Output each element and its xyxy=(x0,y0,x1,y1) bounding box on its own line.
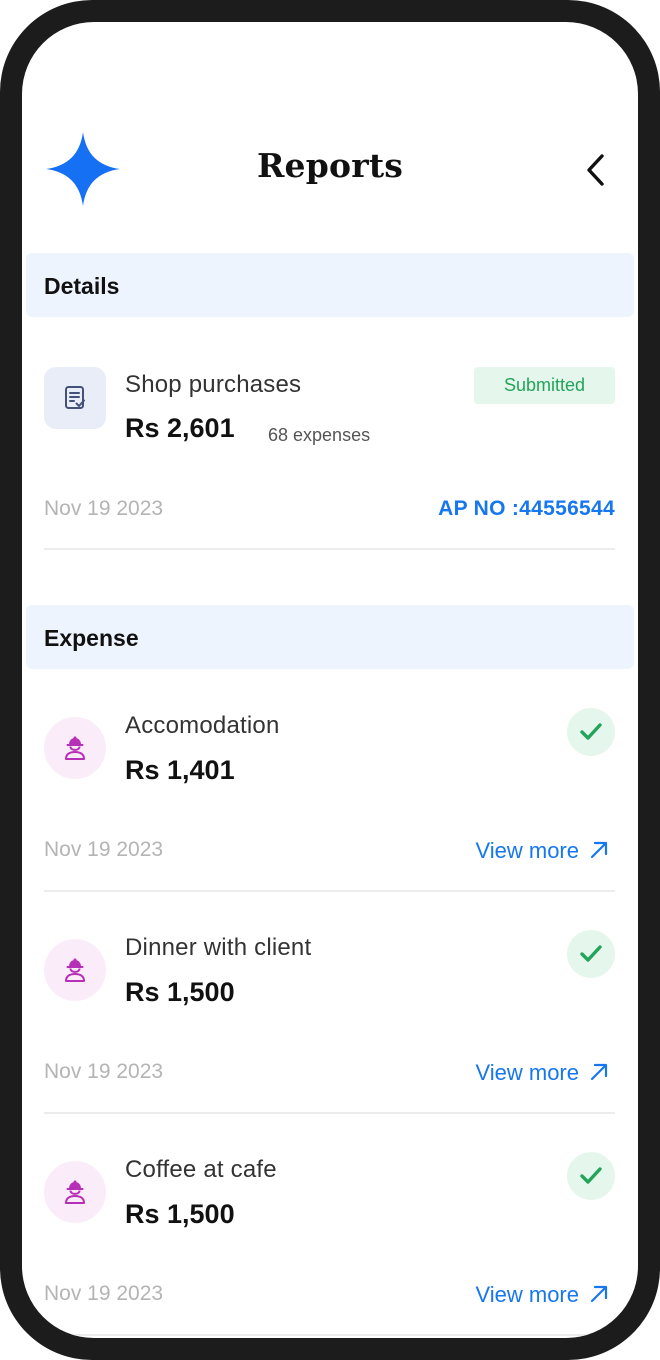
expense-amount: Rs 1,401 xyxy=(125,755,235,785)
divider xyxy=(44,890,615,892)
chevron-left-icon xyxy=(587,154,604,186)
clipboard-check-icon xyxy=(65,386,85,409)
view-more-label: View more xyxy=(475,1282,579,1307)
divider xyxy=(44,548,615,550)
expense-icon-tile xyxy=(44,1161,106,1223)
expense-item[interactable]: Coffee at cafe Rs 1,500 Nov 19 2023 View… xyxy=(44,1136,615,1336)
report-title: Shop purchases xyxy=(125,371,302,398)
expense-title: Coffee at cafe xyxy=(125,1156,277,1183)
expense-amount: Rs 1,500 xyxy=(125,1199,235,1229)
divider xyxy=(44,1334,615,1336)
expense-item[interactable]: Dinner with client Rs 1,500 Nov 19 2023 … xyxy=(44,914,615,1114)
view-more-link[interactable]: View more xyxy=(475,1282,609,1310)
expense-title: Accomodation xyxy=(125,712,280,739)
report-expense-count: 68 expenses xyxy=(268,425,371,445)
approved-badge xyxy=(567,708,615,756)
approved-badge xyxy=(567,930,615,978)
view-more-label: View more xyxy=(475,838,579,863)
expense-date: Nov 19 2023 xyxy=(44,1060,164,1083)
details-section-header: Details xyxy=(26,253,634,317)
expense-amount: Rs 1,500 xyxy=(125,977,235,1007)
expense-icon-tile xyxy=(44,717,106,779)
arrow-up-right-icon xyxy=(589,1284,609,1310)
worker-icon xyxy=(65,736,85,760)
worker-icon xyxy=(65,958,85,982)
expense-icon-tile xyxy=(44,939,106,1001)
expense-date: Nov 19 2023 xyxy=(44,1282,164,1305)
expense-section-label: Expense xyxy=(44,625,139,651)
check-icon xyxy=(580,945,602,962)
phone-frame: Reports Details Shop purchases Rs 2,601 xyxy=(0,0,660,1360)
expense-date: Nov 19 2023 xyxy=(44,838,164,861)
expense-section-header: Expense xyxy=(26,605,634,669)
arrow-up-right-icon xyxy=(589,840,609,866)
expense-title: Dinner with client xyxy=(125,934,312,961)
check-icon xyxy=(580,1167,602,1184)
arrow-up-right-icon xyxy=(589,1062,609,1088)
app-screen: Reports Details Shop purchases Rs 2,601 xyxy=(22,22,638,1338)
divider xyxy=(44,1112,615,1114)
ap-number: AP NO :44556544 xyxy=(438,497,615,520)
worker-icon xyxy=(65,1180,85,1204)
report-card[interactable]: Shop purchases Rs 2,601 68 expenses Subm… xyxy=(44,347,615,550)
status-badge: Submitted xyxy=(474,367,615,404)
approved-badge xyxy=(567,1152,615,1200)
back-button[interactable] xyxy=(578,150,618,190)
view-more-link[interactable]: View more xyxy=(475,838,609,866)
view-more-link[interactable]: View more xyxy=(475,1060,609,1088)
report-amount: Rs 2,601 xyxy=(125,413,235,443)
view-more-label: View more xyxy=(475,1060,579,1085)
report-date: Nov 19 2023 xyxy=(44,497,164,520)
check-icon xyxy=(580,723,602,740)
report-icon-tile xyxy=(44,367,106,429)
expense-item[interactable]: Accomodation Rs 1,401 Nov 19 2023 View m… xyxy=(44,692,615,892)
details-section-label: Details xyxy=(44,273,120,299)
page-title: Reports xyxy=(256,146,404,185)
